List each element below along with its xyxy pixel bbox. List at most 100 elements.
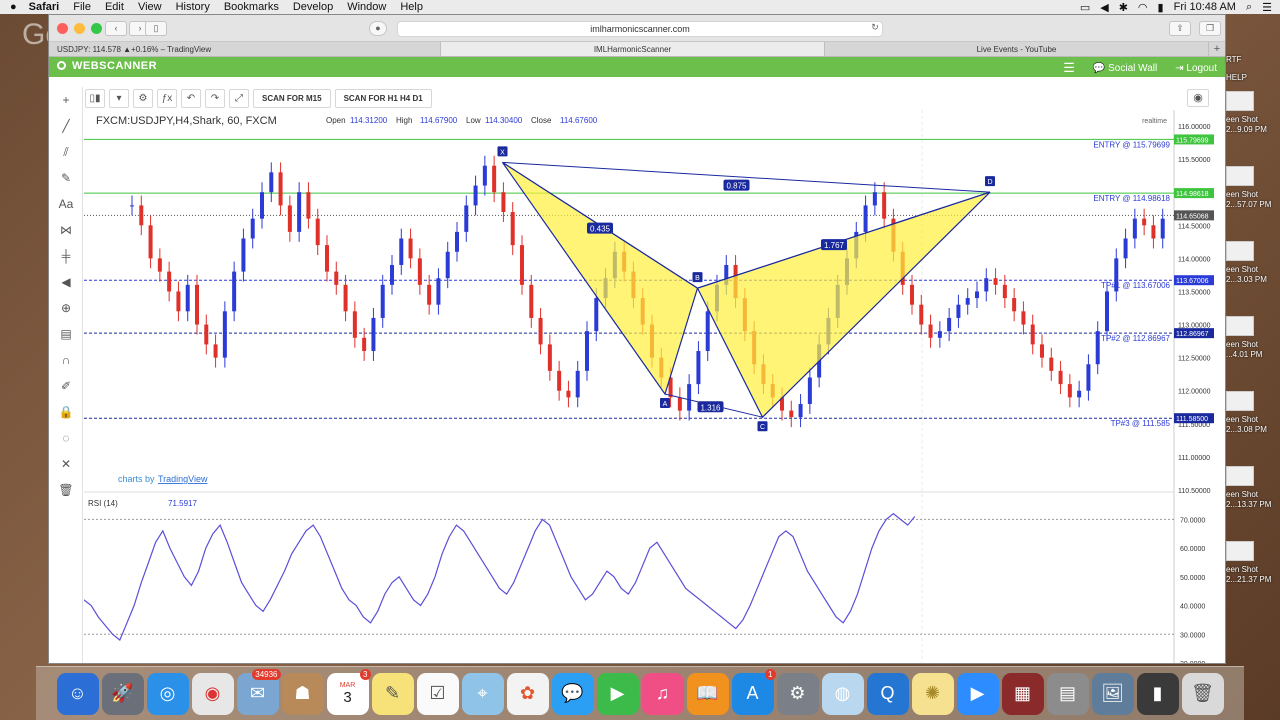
tab-youtube[interactable]: Live Events - YouTube bbox=[825, 42, 1209, 56]
reload-icon[interactable]: ↻ bbox=[864, 21, 886, 36]
ruler-icon[interactable]: ✐ bbox=[49, 373, 83, 399]
fullscreen-icon[interactable]: ⤢ bbox=[229, 88, 249, 108]
camera-icon[interactable]: ◉ bbox=[1187, 89, 1209, 107]
safari-icon[interactable]: ◎ bbox=[146, 672, 189, 715]
apple-icon[interactable]: ● bbox=[10, 1, 17, 13]
clock[interactable]: Fri 10:48 AM bbox=[1174, 1, 1236, 13]
screen-icon[interactable]: ▭ bbox=[1080, 1, 1090, 14]
contacts-icon[interactable]: ☗ bbox=[281, 672, 324, 715]
reminders-icon[interactable]: ☑ bbox=[416, 672, 459, 715]
trash-icon[interactable]: 🗑 bbox=[49, 477, 83, 503]
facetime-icon[interactable]: ▶ bbox=[596, 672, 639, 715]
candle-body bbox=[278, 172, 283, 206]
chrome-icon[interactable]: ◉ bbox=[191, 672, 234, 715]
menu-app-name[interactable]: Safari bbox=[29, 1, 60, 13]
indicators-icon[interactable]: ƒx bbox=[157, 88, 177, 108]
desktop-file[interactable]: een Shot 2...21.37 PM bbox=[1226, 541, 1280, 607]
measure-icon[interactable]: ▤ bbox=[49, 321, 83, 347]
ibooks-icon[interactable]: 📖 bbox=[686, 672, 729, 715]
privacy-icon[interactable]: ● bbox=[369, 21, 387, 36]
address-bar[interactable]: imlharmonicscanner.com bbox=[397, 21, 883, 37]
arrow-left-icon[interactable]: ◀ bbox=[49, 269, 83, 295]
maps-icon[interactable]: ⌖ bbox=[461, 672, 504, 715]
hamburger-menu-icon[interactable]: ☰ bbox=[1063, 60, 1075, 76]
zoom-icon[interactable]: ⊕ bbox=[49, 295, 83, 321]
notes-icon[interactable]: ✎ bbox=[371, 672, 414, 715]
quicktime-icon[interactable]: Q bbox=[866, 672, 909, 715]
app-store-icon[interactable]: A1 bbox=[731, 668, 776, 715]
desktop-file[interactable]: een Shot 2...57.07 PM bbox=[1226, 166, 1280, 232]
finder-icon[interactable]: ☺ bbox=[56, 672, 99, 715]
close-window-button[interactable] bbox=[57, 23, 68, 34]
crosshair-icon[interactable]: + bbox=[49, 87, 83, 113]
desktop-file[interactable]: een Shot 2...3.08 PM bbox=[1226, 391, 1280, 457]
text-tool-icon[interactable]: Aa bbox=[49, 191, 83, 217]
eye-icon[interactable]: ◌ bbox=[49, 425, 83, 451]
menu-view[interactable]: View bbox=[138, 1, 162, 13]
channel-icon[interactable]: ⫽ bbox=[49, 139, 83, 165]
terminal-icon[interactable]: ▮ bbox=[1136, 672, 1179, 715]
volume-icon[interactable]: ◀︎ bbox=[1100, 1, 1108, 14]
wifi-icon[interactable]: ◠ bbox=[1138, 1, 1148, 14]
gear-icon[interactable]: ⚙ bbox=[133, 88, 153, 108]
tabs-overview-button[interactable]: ❐ bbox=[1199, 21, 1221, 36]
utility-icon[interactable]: ✺ bbox=[911, 672, 954, 715]
photos-icon[interactable]: ✿ bbox=[506, 672, 549, 715]
lock-icon[interactable]: 🔒 bbox=[49, 399, 83, 425]
fib-tool-icon[interactable]: ╪ bbox=[49, 243, 83, 269]
undo-icon[interactable]: ↶ bbox=[181, 88, 201, 108]
tab-tradingview[interactable]: USDJPY: 114.578 ▲+0.16% – TradingView bbox=[49, 42, 441, 56]
calendar-icon[interactable]: MAR 3 3 bbox=[326, 668, 371, 715]
price-chart[interactable]: FXCM:USDJPY,H4,Shark, 60, FXCM Open 114.31… bbox=[84, 110, 1224, 663]
sidebar-toggle-button[interactable]: ▯ bbox=[145, 21, 167, 36]
siri-icon[interactable]: ◍ bbox=[821, 672, 864, 715]
remove-drawings-icon[interactable]: ✕ bbox=[49, 451, 83, 477]
candle-body bbox=[204, 324, 209, 345]
new-tab-button[interactable]: + bbox=[1209, 42, 1225, 56]
desktop-file[interactable]: een Shot ...4.01 PM bbox=[1226, 316, 1280, 382]
calculator-icon[interactable]: ▤ bbox=[1046, 672, 1089, 715]
menu-develop[interactable]: Develop bbox=[293, 1, 333, 13]
zoom-window-button[interactable] bbox=[91, 23, 102, 34]
redo-icon[interactable]: ↷ bbox=[205, 88, 225, 108]
minimize-window-button[interactable] bbox=[74, 23, 85, 34]
bluetooth-icon[interactable]: ✱ bbox=[1119, 1, 1128, 14]
candle-body bbox=[677, 397, 682, 411]
chevron-down-icon[interactable]: ▾ bbox=[109, 88, 129, 108]
desktop-file[interactable]: een Shot 2...13.37 PM bbox=[1226, 466, 1280, 532]
menu-bookmarks[interactable]: Bookmarks bbox=[224, 1, 279, 13]
menu-file[interactable]: File bbox=[73, 1, 91, 13]
desktop-file[interactable]: een Shot 2...3.03 PM bbox=[1226, 241, 1280, 307]
menu-window[interactable]: Window bbox=[347, 1, 386, 13]
search-icon[interactable]: ⌕ bbox=[1246, 1, 1252, 14]
menu-edit[interactable]: Edit bbox=[105, 1, 124, 13]
launchpad-icon[interactable]: 🚀 bbox=[101, 672, 144, 715]
chart-area[interactable]: FXCM:USDJPY,H4,Shark, 60, FXCM Open 114.31… bbox=[84, 110, 1224, 663]
trend-line-icon[interactable]: ╱ bbox=[49, 113, 83, 139]
brush-icon[interactable]: ✎ bbox=[49, 165, 83, 191]
battery-icon[interactable]: ▮ bbox=[1158, 1, 1164, 14]
photo-booth-icon[interactable]: ▦ bbox=[1001, 672, 1044, 715]
site-brand[interactable]: WEBSCANNER bbox=[57, 60, 157, 72]
trash-dock-icon[interactable]: 🗑 bbox=[1181, 672, 1224, 715]
tab-imlharmonicscanner[interactable]: IMLHarmonicScanner bbox=[441, 42, 825, 56]
candle-style-icon[interactable]: ▯▮ bbox=[85, 88, 105, 108]
magnet-icon[interactable]: ∩ bbox=[49, 347, 83, 373]
desktop-file[interactable]: een Shot 2...9.09 PM bbox=[1226, 91, 1280, 157]
back-button[interactable]: ‹ bbox=[105, 21, 127, 36]
pattern-tool-icon[interactable]: ⋈ bbox=[49, 217, 83, 243]
scan-m15-button[interactable]: SCAN FOR M15 bbox=[253, 88, 331, 108]
social-wall-link[interactable]: 💬 Social Wall bbox=[1093, 63, 1157, 74]
menu-history[interactable]: History bbox=[176, 1, 210, 13]
share-button[interactable]: ⇪ bbox=[1169, 21, 1191, 36]
system-preferences-icon[interactable]: ⚙ bbox=[776, 672, 819, 715]
logout-link[interactable]: ⇥ Logout bbox=[1175, 63, 1217, 74]
zoom-app-icon[interactable]: ▶ bbox=[956, 672, 999, 715]
scan-h1-h4-d1-button[interactable]: SCAN FOR H1 H4 D1 bbox=[334, 88, 432, 108]
messages-icon[interactable]: 💬 bbox=[551, 672, 594, 715]
menu-help[interactable]: Help bbox=[400, 1, 423, 13]
mail-icon[interactable]: ✉ 34936 bbox=[236, 668, 281, 715]
list-icon[interactable]: ☰ bbox=[1262, 1, 1272, 14]
itunes-icon[interactable]: ♫ bbox=[641, 672, 684, 715]
preview-icon[interactable]: 🖼 bbox=[1091, 672, 1134, 715]
